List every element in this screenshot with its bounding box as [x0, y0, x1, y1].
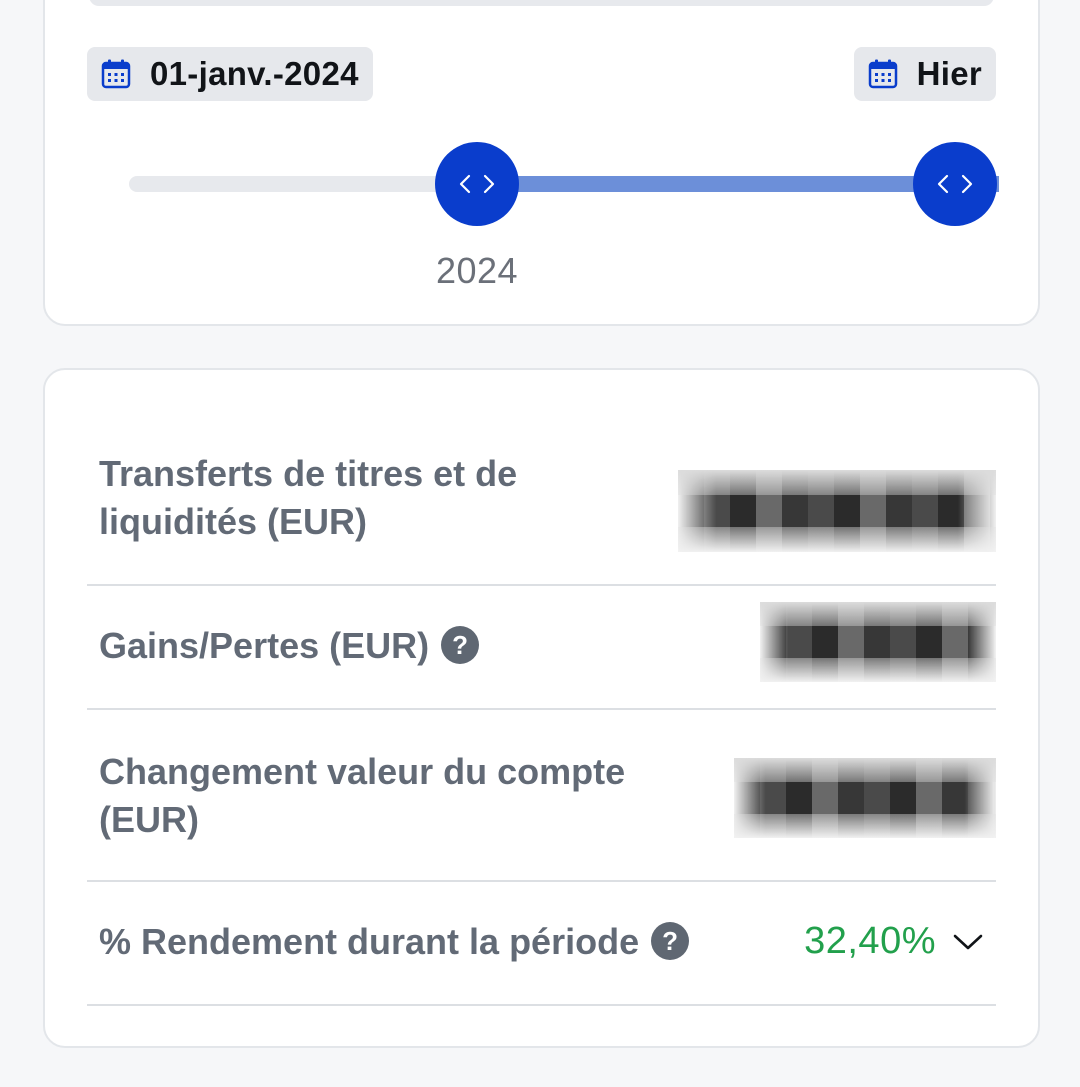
stat-label-wrap: % Rendement durant la période?: [99, 918, 690, 966]
calendar-icon: [101, 59, 131, 89]
stat-label: Transferts de titres et de liquidités (E…: [99, 453, 518, 542]
stat-row-account-change: Changement valeur du compte (EUR): [87, 710, 996, 882]
redacted-value: [760, 602, 996, 682]
end-date-label: Hier: [916, 55, 982, 92]
top-divider: [89, 0, 994, 6]
stat-label-wrap: Gains/Pertes (EUR)?: [99, 622, 480, 670]
redacted-value: [678, 470, 996, 552]
stat-row-transfers: Transferts de titres et de liquidités (E…: [87, 428, 996, 586]
help-icon[interactable]: ?: [441, 626, 480, 664]
stat-row-return[interactable]: % Rendement durant la période? 32,40%: [87, 882, 996, 1006]
chevron-down-icon[interactable]: [952, 932, 984, 952]
return-percentage: 32,40%: [804, 920, 936, 962]
performance-summary-card: Transferts de titres et de liquidités (E…: [43, 368, 1040, 1048]
start-date-button[interactable]: 01-janv.-2024: [87, 47, 373, 101]
redacted-value: [734, 758, 996, 838]
start-date-label: 01-janv.-2024: [150, 55, 359, 92]
stat-label: Gains/Pertes (EUR): [99, 625, 430, 666]
stat-label: Changement valeur du compte (EUR): [99, 751, 626, 840]
date-range-slider-track[interactable]: [129, 176, 999, 192]
slider-end-handle[interactable]: [913, 142, 997, 226]
slider-year-label: 2024: [435, 250, 519, 291]
end-date-button[interactable]: Hier: [853, 47, 996, 101]
slider-start-handle[interactable]: [435, 142, 519, 226]
stat-row-gains: Gains/Pertes (EUR)?: [87, 586, 996, 710]
help-icon[interactable]: ?: [651, 922, 690, 960]
calendar-icon: [868, 59, 897, 89]
code-brackets-icon: [459, 174, 495, 194]
stat-label: % Rendement durant la période: [99, 921, 640, 962]
date-range-card: 01-janv.-2024 Hier 2024: [43, 0, 1040, 326]
code-brackets-icon: [937, 174, 973, 194]
